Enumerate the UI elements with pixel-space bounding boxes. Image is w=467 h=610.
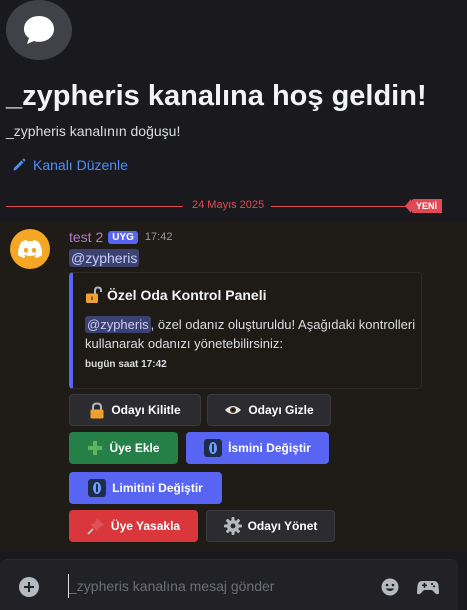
rename-button[interactable]: İsmini Değiştir [186,432,329,464]
lock-icon [89,401,105,419]
welcome-title: _zypheris kanalına hoş geldin! [6,80,427,112]
add-member-label: Üye Ekle [109,441,160,455]
lock-room-button[interactable]: Odayı Kilitle [69,394,201,426]
message-header: test 2 UYG 17:42 [69,229,172,245]
add-member-button[interactable]: Üye Ekle [69,432,178,464]
channel-icon [6,0,72,60]
divider-date: 24 Mayıs 2025 [189,199,268,211]
info-icon [204,439,223,457]
embed-description: @zypheris, özel odanız oluşturuldu! Aşağ… [85,315,420,353]
new-badge: YENİ [404,199,442,213]
message-composer [0,559,458,610]
author-name[interactable]: test 2 [69,229,103,245]
avatar[interactable] [10,229,50,269]
app-badge: UYG [108,230,138,244]
embed-footer: bugün saat 17:42 [85,359,167,370]
manage-room-button[interactable]: Odayı Yönet [206,510,335,542]
message-content: @zypheris [69,249,140,268]
gamepad-icon[interactable] [417,578,439,596]
eye-icon [224,404,242,416]
lock-room-label: Odayı Kilitle [111,403,181,417]
pushpin-icon [87,517,105,535]
change-limit-button[interactable]: Limitini Değiştir [69,472,222,504]
unlocked-lock-icon [86,286,102,303]
welcome-subtitle: _zypheris kanalının doğuşu! [6,123,181,139]
ban-member-label: Üye Yasakla [110,519,181,533]
edit-channel-label: Kanalı Düzenle [33,157,128,173]
edit-channel-link[interactable]: Kanalı Düzenle [12,157,128,173]
gear-icon [223,517,242,535]
ban-member-button[interactable]: Üye Yasakla [69,510,198,542]
hide-room-button[interactable]: Odayı Gizle [207,394,331,426]
embed-title: Özel Oda Kontrol Paneli [85,286,266,304]
info-icon [88,479,107,497]
hide-room-label: Odayı Gizle [248,403,314,417]
change-limit-label: Limitini Değiştir [112,481,203,495]
attach-plus-icon[interactable] [19,577,39,597]
rename-label: İsmini Değiştir [228,441,311,455]
embed: Özel Oda Kontrol Paneli @zypheris, özel … [69,272,422,389]
chat-bubble-icon [24,16,54,44]
plus-icon [87,440,103,456]
manage-room-label: Odayı Yönet [247,519,318,533]
user-mention[interactable]: @zypheris [69,249,140,267]
message-input[interactable] [68,574,358,598]
new-messages-divider: 24 Mayıs 2025 YENİ [6,199,467,213]
embed-title-text: Özel Oda Kontrol Paneli [107,287,267,303]
pencil-icon [13,158,26,171]
discord-logo-icon [18,240,42,258]
emoji-icon[interactable] [381,578,399,596]
embed-user-mention[interactable]: @zypheris [85,316,151,333]
message: test 2 UYG 17:42 @zypheris Özel Oda Kont… [0,222,467,549]
message-timestamp: 17:42 [144,231,173,243]
